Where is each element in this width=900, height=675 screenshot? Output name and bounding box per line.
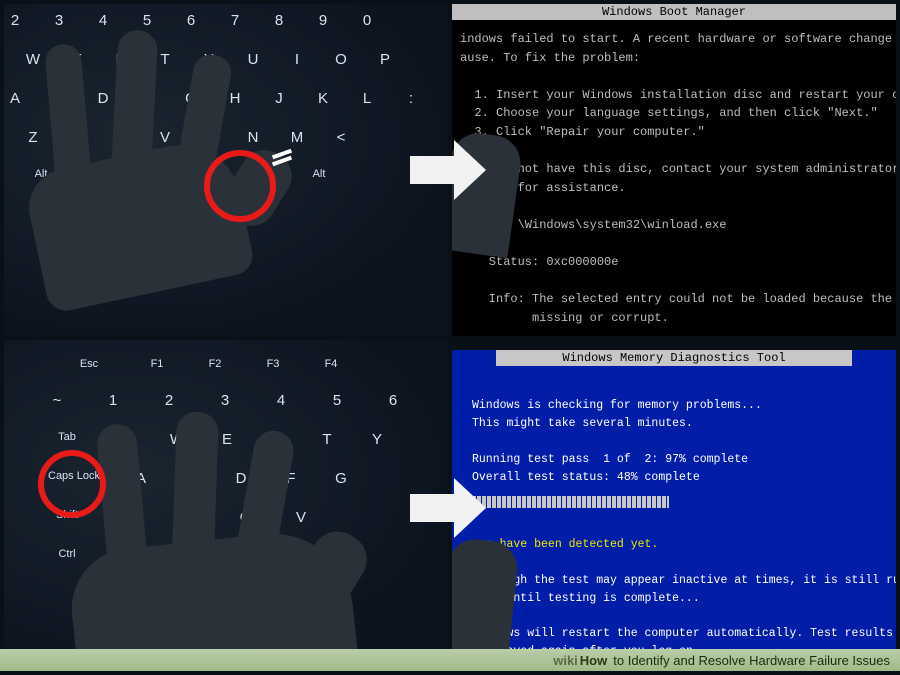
key-0[interactable]: 0 [358,12,376,29]
caption-how: How [580,653,607,668]
key-5[interactable]: 5 [138,12,156,29]
key-k[interactable]: K [314,90,332,107]
panel-boot-manager: Windows Boot Manager indows failed to st… [452,4,896,336]
key-6[interactable]: 6 [182,12,200,29]
key-3[interactable]: 3 [50,12,68,29]
mem-diag-line8: Windows will restart the computer automa… [472,627,896,640]
arrow-right-icon [410,140,486,200]
key-9[interactable]: 9 [314,12,332,29]
mem-diag-line2: This might take several minutes. [472,417,693,430]
key-f3[interactable]: F3 [264,358,282,370]
key-8[interactable]: 8 [270,12,288,29]
mem-diag-line1: Windows is checking for memory problems.… [472,399,762,412]
caption-bar: wiki How to Identify and Resolve Hardwar… [0,649,900,671]
key-esc[interactable]: Esc [70,358,108,370]
key-5b[interactable]: 5 [328,392,346,409]
boot-manager-title: Windows Boot Manager [452,4,896,20]
mem-diag-line4: Overall test status: 48% complete [472,471,700,484]
key-yb[interactable]: Y [368,431,386,448]
key-f4[interactable]: F4 [322,358,340,370]
key-o[interactable]: O [332,51,350,68]
key-f1[interactable]: F1 [148,358,166,370]
key-alt-right[interactable]: Alt [310,168,328,180]
key-p[interactable]: P [376,51,394,68]
mem-diag-line3: Running test pass 1 of 2: 97% complete [472,453,748,466]
panel-bottom-left-keyboard: Esc F1 F2 F3 F4 ~ 1 2 3 4 5 6 Tab [4,340,448,672]
key-3b[interactable]: 3 [216,392,234,409]
key-6b[interactable]: 6 [384,392,402,409]
arrow-right-icon [410,478,486,538]
key-4b[interactable]: 4 [272,392,290,409]
key-7[interactable]: 7 [226,12,244,29]
mem-diag-title: Windows Memory Diagnostics Tool [496,350,852,366]
key-l[interactable]: L [358,90,376,107]
key-a[interactable]: A [6,90,24,107]
motion-dashes-icon [272,152,296,166]
panel-memory-diagnostics: Windows Memory Diagnostics Tool Windows … [452,340,896,672]
key-colon[interactable]: : [402,90,420,107]
highlight-circle-icon [204,150,276,222]
caption-title: to Identify and Resolve Hardware Failure… [613,653,890,668]
mem-diag-progress-bar [472,496,669,508]
key-2b[interactable]: 2 [160,392,178,409]
key-1[interactable]: 1 [104,392,122,409]
mem-diag-progress [472,496,882,508]
caption-wiki: wiki [553,653,578,668]
highlight-circle-icon [38,450,106,518]
key-2[interactable]: 2 [6,12,24,29]
panel-top-left-keyboard: 2 3 4 5 6 7 8 9 0 W E R T Y U I [4,4,448,336]
key-f2[interactable]: F2 [206,358,224,370]
key-4[interactable]: 4 [94,12,112,29]
key-tilde[interactable]: ~ [48,392,66,409]
mem-diag-line6: Although the test may appear inactive at… [472,574,896,587]
key-lt[interactable]: < [332,129,350,146]
